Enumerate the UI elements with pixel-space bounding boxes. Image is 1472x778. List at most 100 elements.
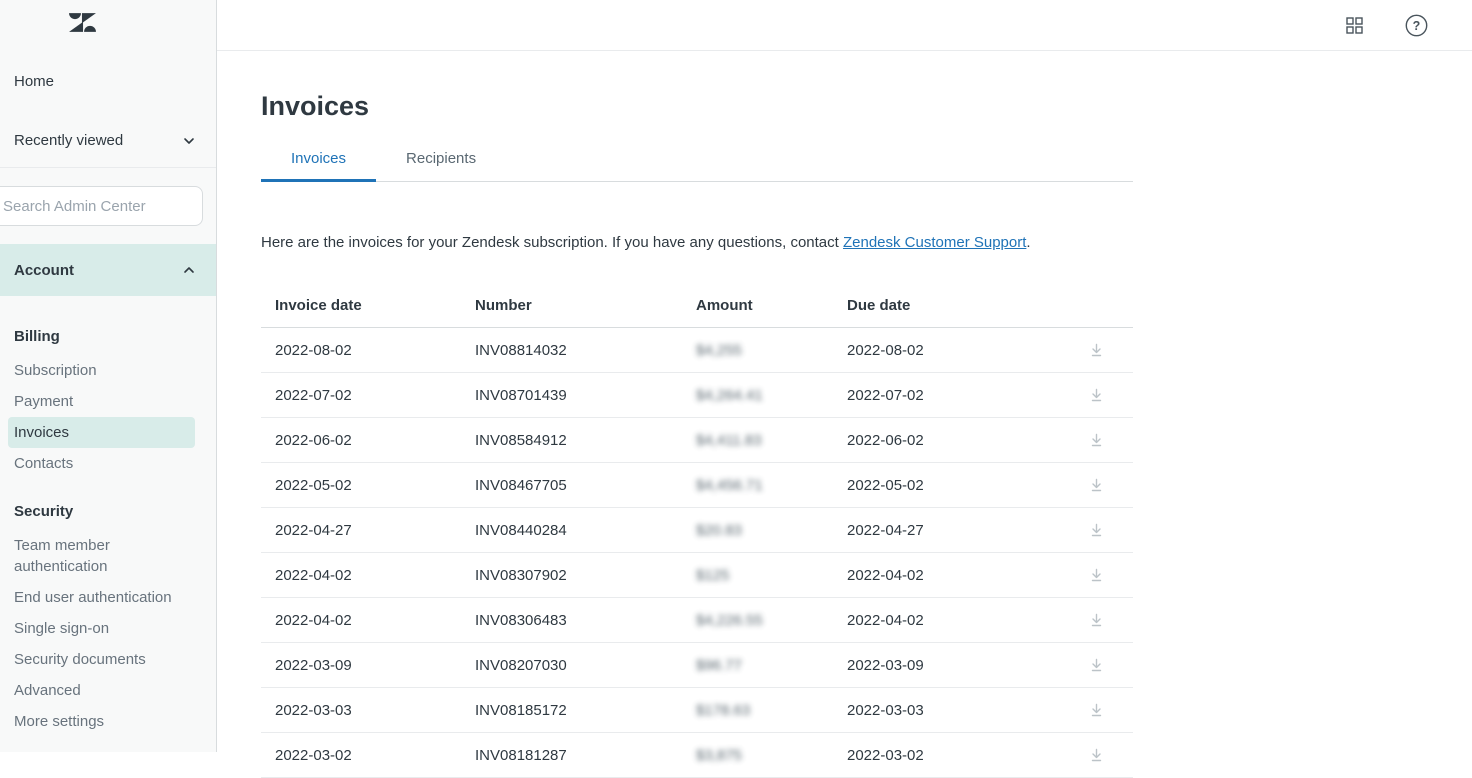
- nav-section: Billing Subscription Payment Invoices Co…: [8, 322, 208, 479]
- table-row: 2022-04-02 INV08307902 $125 2022-04-02: [261, 553, 1133, 598]
- description-suffix: .: [1026, 234, 1030, 251]
- cell-number: INV08814032: [475, 342, 696, 359]
- sidebar-item-label: Security documents: [14, 649, 146, 670]
- sidebar-item-home[interactable]: Home: [0, 73, 216, 90]
- sidebar-item-team-member-authentication[interactable]: Team member authentication: [8, 530, 195, 582]
- download-icon[interactable]: [1084, 698, 1109, 723]
- cell-amount: $178.63: [696, 702, 847, 719]
- chevron-down-icon: [182, 134, 196, 148]
- table-row: 2022-07-02 INV08701439 $4,264.41 2022-07…: [261, 373, 1133, 418]
- zendesk-logo: [0, 0, 216, 40]
- cell-invoice-date: 2022-03-09: [275, 657, 475, 674]
- account-label: Account: [14, 262, 74, 279]
- sidebar-item-label: Advanced: [14, 680, 81, 701]
- sidebar-item-label: Payment: [14, 391, 73, 412]
- download-icon[interactable]: [1084, 338, 1109, 363]
- sidebar-section-account[interactable]: Account: [0, 244, 216, 296]
- cell-amount: $4,411.83: [696, 432, 847, 449]
- sidebar-item-invoices[interactable]: Invoices: [8, 417, 195, 448]
- cell-invoice-date: 2022-04-27: [275, 522, 475, 539]
- main-content: Invoices InvoicesRecipients Here are the…: [217, 51, 1472, 752]
- sidebar-item-single-sign-on[interactable]: Single sign-on: [8, 613, 195, 644]
- sidebar-item-label: Team member authentication: [14, 535, 182, 577]
- table-row: 2022-04-27 INV08440284 $20.83 2022-04-27: [261, 508, 1133, 553]
- sidebar-item-label: Subscription: [14, 360, 97, 381]
- page-title: Invoices: [261, 91, 1472, 122]
- tab-recipients[interactable]: Recipients: [376, 140, 506, 182]
- cell-number: INV08701439: [475, 387, 696, 404]
- table-row: 2022-08-02 INV08814032 $4,255 2022-08-02: [261, 328, 1133, 373]
- cell-invoice-date: 2022-05-02: [275, 477, 475, 494]
- download-icon[interactable]: [1084, 563, 1109, 588]
- cell-amount: $4,456.71: [696, 477, 847, 494]
- apps-grid-icon[interactable]: [1346, 17, 1363, 34]
- description-text: Here are the invoices for your Zendesk s…: [261, 234, 843, 251]
- page-description: Here are the invoices for your Zendesk s…: [261, 234, 1472, 251]
- cell-invoice-date: 2022-04-02: [275, 567, 475, 584]
- cell-due-date: 2022-03-02: [847, 747, 1060, 764]
- table-header-row: Invoice date Number Amount Due date: [261, 287, 1133, 328]
- svg-text:?: ?: [1413, 19, 1421, 33]
- nav-section-header: Security: [8, 497, 208, 526]
- download-icon[interactable]: [1084, 518, 1109, 543]
- table-row: 2022-04-02 INV08306483 $4,226.55 2022-04…: [261, 598, 1133, 643]
- help-icon[interactable]: ?: [1405, 14, 1428, 37]
- sidebar-item-end-user-authentication[interactable]: End user authentication: [8, 582, 195, 613]
- table-row: 2022-03-02 INV08181287 $3,875 2022-03-02: [261, 733, 1133, 778]
- download-icon[interactable]: [1084, 743, 1109, 768]
- cell-amount: $4,226.55: [696, 612, 847, 629]
- cell-due-date: 2022-05-02: [847, 477, 1060, 494]
- sidebar-nav: Billing Subscription Payment Invoices Co…: [0, 296, 216, 737]
- download-icon[interactable]: [1084, 383, 1109, 408]
- cell-invoice-date: 2022-07-02: [275, 387, 475, 404]
- cell-due-date: 2022-04-02: [847, 567, 1060, 584]
- cell-amount: $3,875: [696, 747, 847, 764]
- table-row: 2022-03-09 INV08207030 $96.77 2022-03-09: [261, 643, 1133, 688]
- cell-invoice-date: 2022-03-03: [275, 702, 475, 719]
- cell-due-date: 2022-04-27: [847, 522, 1060, 539]
- column-header-number: Number: [475, 297, 696, 314]
- column-header-invoice-date: Invoice date: [275, 297, 475, 314]
- sidebar-item-subscription[interactable]: Subscription: [8, 355, 195, 386]
- topbar: ?: [217, 0, 1472, 51]
- sidebar-item-payment[interactable]: Payment: [8, 386, 195, 417]
- download-icon[interactable]: [1084, 653, 1109, 678]
- nav-section: Security Team member authentication End …: [8, 497, 208, 737]
- home-label: Home: [14, 73, 54, 90]
- cell-number: INV08307902: [475, 567, 696, 584]
- cell-due-date: 2022-03-03: [847, 702, 1060, 719]
- sidebar-item-label: End user authentication: [14, 587, 172, 608]
- download-icon[interactable]: [1084, 428, 1109, 453]
- cell-number: INV08181287: [475, 747, 696, 764]
- sidebar-item-label: Invoices: [14, 422, 69, 443]
- cell-invoice-date: 2022-06-02: [275, 432, 475, 449]
- cell-amount: $4,264.41: [696, 387, 847, 404]
- cell-number: INV08207030: [475, 657, 696, 674]
- sidebar-item-contacts[interactable]: Contacts: [8, 448, 195, 479]
- search-input[interactable]: [0, 186, 203, 226]
- cell-number: INV08306483: [475, 612, 696, 629]
- tab-invoices[interactable]: Invoices: [261, 140, 376, 182]
- cell-number: INV08467705: [475, 477, 696, 494]
- column-header-amount: Amount: [696, 297, 847, 314]
- cell-due-date: 2022-06-02: [847, 432, 1060, 449]
- sidebar-item-more-settings[interactable]: More settings: [8, 706, 195, 737]
- download-icon[interactable]: [1084, 608, 1109, 633]
- tab-bar: InvoicesRecipients: [261, 140, 1133, 182]
- cell-amount: $4,255: [696, 342, 847, 359]
- cell-due-date: 2022-03-09: [847, 657, 1060, 674]
- customer-support-link[interactable]: Zendesk Customer Support: [843, 234, 1026, 251]
- cell-due-date: 2022-08-02: [847, 342, 1060, 359]
- cell-due-date: 2022-07-02: [847, 387, 1060, 404]
- invoices-table: Invoice date Number Amount Due date 2022…: [261, 287, 1133, 778]
- sidebar-divider: [0, 167, 216, 168]
- cell-invoice-date: 2022-04-02: [275, 612, 475, 629]
- sidebar-item-recently-viewed[interactable]: Recently viewed: [0, 132, 216, 149]
- sidebar-item-security-documents[interactable]: Security documents: [8, 644, 195, 675]
- download-icon[interactable]: [1084, 473, 1109, 498]
- cell-amount: $20.83: [696, 522, 847, 539]
- sidebar-item-advanced[interactable]: Advanced: [8, 675, 195, 706]
- sidebar-item-label: Contacts: [14, 453, 73, 474]
- table-row: 2022-06-02 INV08584912 $4,411.83 2022-06…: [261, 418, 1133, 463]
- cell-number: INV08584912: [475, 432, 696, 449]
